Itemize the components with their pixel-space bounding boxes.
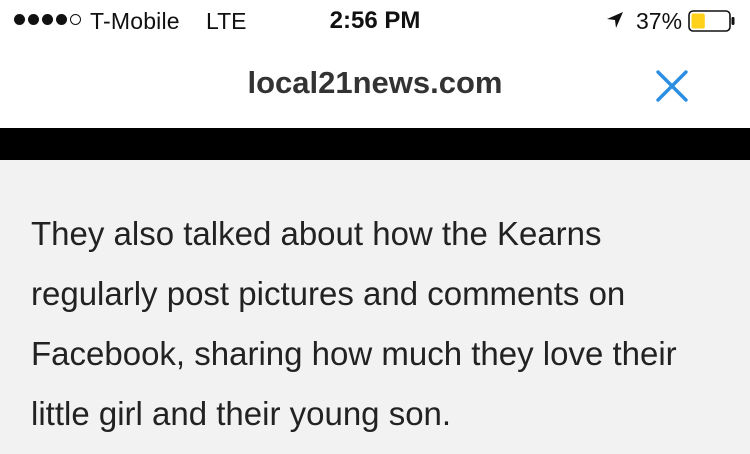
address-bar: local21news.com	[0, 40, 750, 128]
page-header-strip	[0, 128, 750, 160]
close-button[interactable]	[650, 64, 694, 108]
battery-icon	[688, 10, 735, 32]
safari-view-screen: T-Mobile LTE 2:56 PM 37% local21news.com…	[0, 0, 750, 454]
page-domain: local21news.com	[247, 65, 503, 100]
battery-percent: 37%	[636, 8, 683, 34]
close-icon	[656, 70, 688, 102]
article-paragraph: They also talked about how the Kearns re…	[31, 215, 677, 432]
status-bar: T-Mobile LTE 2:56 PM 37%	[0, 0, 750, 40]
article-body: They also talked about how the Kearns re…	[0, 160, 750, 454]
battery-fill	[691, 13, 705, 29]
location-arrow-icon	[607, 12, 623, 28]
